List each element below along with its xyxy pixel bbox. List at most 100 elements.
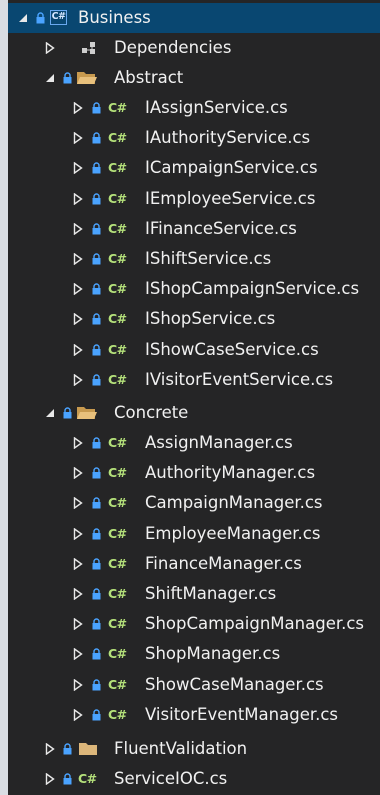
lock-icon (91, 304, 101, 334)
collapsed-arrow-icon[interactable] (71, 93, 85, 123)
lock-icon (91, 488, 101, 518)
expanded-arrow-icon[interactable] (16, 3, 30, 33)
file-label: IAuthorityService.cs (145, 128, 311, 148)
file-label: IShiftService.cs (145, 249, 272, 268)
lock-icon (91, 428, 101, 458)
file-node[interactable]: C# ShopCampaignManager.cs (8, 609, 380, 639)
lock-icon (91, 700, 101, 730)
project-node-business[interactable]: C# Business (8, 3, 380, 33)
collapsed-arrow-icon[interactable] (71, 670, 85, 700)
folder-node-abstract[interactable]: Abstract (8, 63, 380, 93)
lock-icon (91, 365, 101, 395)
collapsed-arrow-icon[interactable] (71, 639, 85, 669)
file-node[interactable]: C# CampaignManager.cs (8, 488, 380, 518)
file-node[interactable]: C# IEmployeeService.cs (8, 184, 380, 214)
file-label: ServiceIOC.cs (114, 769, 228, 788)
csharp-file-icon: C# (108, 616, 127, 632)
file-node-serviceioc[interactable]: C# ServiceIOC.cs (8, 764, 380, 794)
csharp-file-icon: C# (108, 130, 127, 146)
collapsed-arrow-icon[interactable] (71, 365, 85, 395)
lock-icon (91, 244, 101, 274)
collapsed-arrow-icon[interactable] (71, 274, 85, 304)
lock-icon (91, 93, 101, 123)
file-label: AuthorityManager.cs (145, 463, 316, 483)
collapsed-arrow-icon[interactable] (71, 335, 85, 365)
collapsed-arrow-icon[interactable] (43, 764, 57, 794)
file-node[interactable]: C# IShowCaseService.cs (8, 335, 380, 365)
collapsed-arrow-icon[interactable] (71, 153, 85, 183)
file-node[interactable]: C# IAssignService.cs (8, 93, 380, 123)
lock-icon (91, 153, 101, 183)
folder-label: FluentValidation (114, 739, 248, 758)
csharp-file-icon: C# (108, 465, 127, 481)
csharp-file-icon: C# (78, 771, 97, 786)
csharp-file-icon: C# (108, 371, 127, 387)
collapsed-arrow-icon[interactable] (71, 244, 85, 274)
csharp-file-icon: C# (108, 495, 127, 511)
csharp-file-icon: C# (108, 706, 127, 722)
collapsed-arrow-icon[interactable] (71, 579, 85, 609)
collapsed-arrow-icon[interactable] (71, 123, 85, 153)
solution-explorer-tree: C# Business Dependencies Abstract C# IAss… (8, 0, 380, 795)
csharp-file-icon: C# (108, 676, 127, 692)
lock-icon (91, 123, 101, 153)
csharp-file-icon: C# (108, 646, 127, 662)
file-node[interactable]: C# ShowCaseManager.cs (8, 670, 380, 700)
lock-icon (91, 274, 101, 304)
file-node[interactable]: C# EmployeeManager.cs (8, 519, 380, 549)
file-label: IFinanceService.cs (145, 218, 297, 238)
open-folder-icon (76, 63, 98, 93)
file-label: IShopService.cs (145, 309, 276, 329)
file-node[interactable]: C# FinanceManager.cs (8, 549, 380, 579)
file-label: ICampaignService.cs (145, 158, 318, 178)
file-node[interactable]: C# VisitorEventManager.cs (8, 700, 380, 730)
csharp-file-icon: C# (108, 160, 127, 176)
folder-icon (78, 734, 100, 764)
lock-icon (62, 63, 72, 93)
lock-icon (62, 398, 72, 428)
file-node[interactable]: C# AuthorityManager.cs (8, 458, 380, 488)
file-node[interactable]: C# ShopManager.cs (8, 639, 380, 669)
collapsed-arrow-icon[interactable] (43, 33, 57, 63)
expanded-arrow-icon[interactable] (43, 398, 57, 428)
folder-node-concrete[interactable]: Concrete (8, 398, 380, 428)
csharp-file-icon: C# (108, 190, 127, 206)
file-node[interactable]: C# AssignManager.cs (8, 428, 380, 458)
collapsed-arrow-icon[interactable] (71, 549, 85, 579)
csharp-file-icon: C# (108, 100, 127, 115)
file-node[interactable]: C# ICampaignService.cs (8, 153, 380, 183)
file-label: CampaignManager.cs (145, 493, 323, 513)
collapsed-arrow-icon[interactable] (43, 734, 57, 764)
lock-icon (62, 734, 72, 764)
csharp-project-icon: C# (50, 10, 67, 25)
file-label: IShowCaseService.cs (145, 339, 319, 359)
file-node[interactable]: C# IShopService.cs (8, 304, 380, 334)
dependencies-node[interactable]: Dependencies (8, 33, 380, 63)
collapsed-arrow-icon[interactable] (71, 184, 85, 214)
csharp-file-icon: C# (108, 525, 127, 541)
file-node[interactable]: C# IAuthorityService.cs (8, 123, 380, 153)
dependencies-icon (81, 33, 103, 63)
file-node[interactable]: C# IShopCampaignService.cs (8, 274, 380, 304)
folder-node-fluentvalidation[interactable]: FluentValidation (8, 734, 380, 764)
collapsed-arrow-icon[interactable] (71, 458, 85, 488)
collapsed-arrow-icon[interactable] (71, 519, 85, 549)
open-folder-icon (76, 398, 98, 428)
file-node[interactable]: C# ShiftManager.cs (8, 579, 380, 609)
lock-icon (91, 549, 101, 579)
collapsed-arrow-icon[interactable] (71, 609, 85, 639)
file-label: IEmployeeService.cs (145, 188, 316, 208)
file-label: ShiftManager.cs (145, 584, 277, 603)
collapsed-arrow-icon[interactable] (71, 428, 85, 458)
collapsed-arrow-icon[interactable] (71, 488, 85, 518)
csharp-file-icon: C# (108, 586, 127, 601)
collapsed-arrow-icon[interactable] (71, 304, 85, 334)
project-label: Business (78, 8, 151, 27)
collapsed-arrow-icon[interactable] (71, 700, 85, 730)
lock-icon (35, 3, 45, 33)
file-node[interactable]: C# IShiftService.cs (8, 244, 380, 274)
expanded-arrow-icon[interactable] (43, 63, 57, 93)
collapsed-arrow-icon[interactable] (71, 214, 85, 244)
file-node[interactable]: C# IFinanceService.cs (8, 214, 380, 244)
file-node[interactable]: C# IVisitorEventService.cs (8, 365, 380, 395)
